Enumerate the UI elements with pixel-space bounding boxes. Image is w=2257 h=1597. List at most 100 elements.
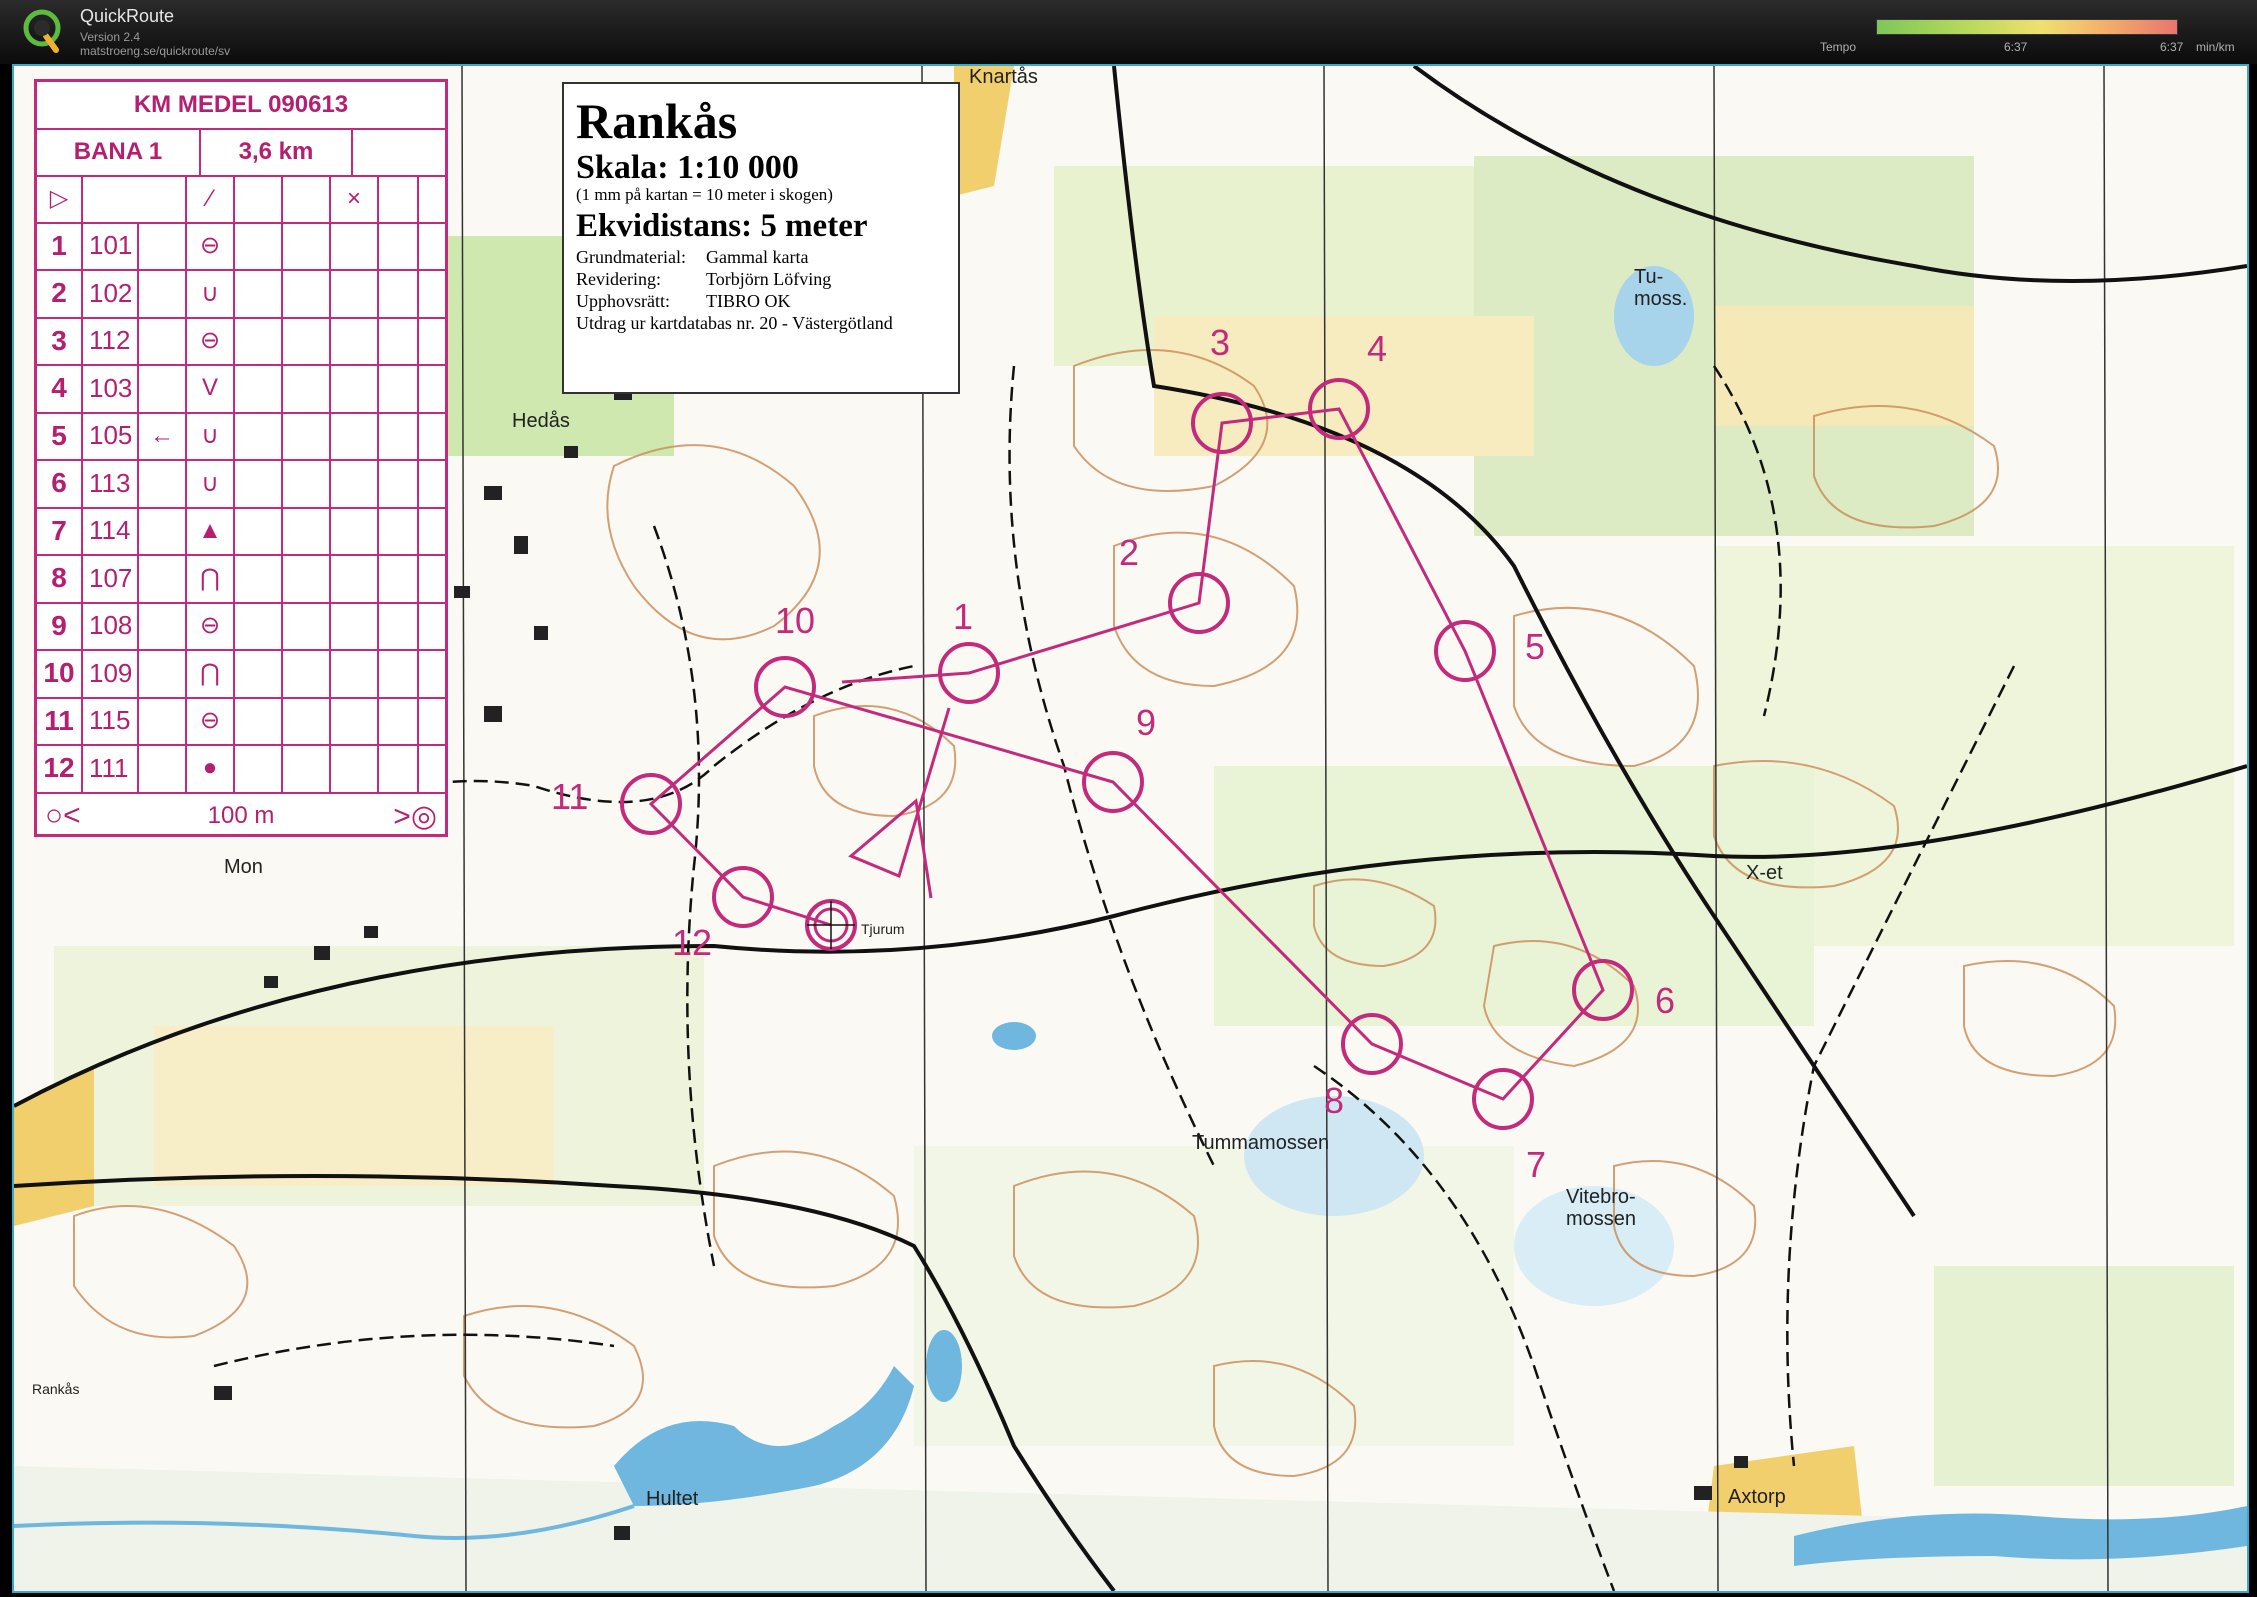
place-tumoss: Tu- moss.: [1634, 266, 1688, 310]
control-number-7: 7: [1526, 1144, 1547, 1185]
legend-empty-cell: [379, 269, 419, 317]
legend-empty-cell: [331, 554, 379, 602]
legend-control-row: 5 105 ← ∪: [37, 412, 445, 461]
control-feature-symbol: V: [187, 364, 235, 412]
control-feature-symbol: ⋂: [187, 649, 235, 697]
control-direction: [139, 649, 187, 697]
app-title: QuickRoute: [80, 6, 175, 26]
legend-empty-cell: [331, 222, 379, 269]
finish-distance: 100 m: [207, 802, 275, 829]
control-code: 108: [83, 602, 139, 649]
legend-empty-cell: [331, 697, 379, 744]
place-mon: Mon: [224, 856, 263, 878]
place-knartas: Knartås: [969, 66, 1038, 88]
control-number: 4: [37, 364, 83, 412]
app-toolbar: QuickRoute Version 2.4 matstroeng.se/qui…: [0, 0, 2257, 64]
app-url[interactable]: matstroeng.se/quickroute/sv: [80, 44, 230, 58]
legend-header-row: ▷ ⁄ ×: [37, 175, 445, 224]
legend-empty-cell: [379, 697, 419, 744]
control-direction: [139, 507, 187, 554]
legend-empty-cell: [283, 697, 331, 744]
control-code: 101: [83, 222, 139, 269]
legend-empty-cell: [331, 507, 379, 554]
meta-value: Gammal karta: [706, 247, 809, 267]
map-scale: Skala: 1:10 000: [576, 149, 799, 186]
place-hedas: Hedås: [512, 410, 570, 432]
legend-empty-cell: [331, 459, 379, 507]
legend-empty-cell: [235, 649, 283, 697]
place-hultet: Hultet: [646, 1488, 699, 1510]
control-number: 10: [37, 649, 83, 697]
legend-empty-cell: [283, 364, 331, 412]
control-number: 7: [37, 507, 83, 554]
legend-course-length: 3,6 km: [201, 128, 353, 175]
control-feature-symbol: ⊖: [187, 697, 235, 744]
control-feature-symbol: ⋂: [187, 554, 235, 602]
control-direction: [139, 697, 187, 744]
legend-empty-cell: [283, 317, 331, 364]
legend-empty-cell: [283, 602, 331, 649]
legend-empty-cell: [283, 507, 331, 554]
legend-empty-cell: [331, 744, 379, 792]
meta-value: TIBRO OK: [706, 291, 791, 311]
control-code: 105: [83, 412, 139, 459]
legend-empty-cell: [235, 554, 283, 602]
tempo-min: 6:37: [2004, 40, 2028, 54]
legend-finish-row: ○< 100 m >◎: [37, 796, 445, 836]
legend-empty-cell: [283, 459, 331, 507]
place-vitebromossen: Vitebro- mossen: [1566, 1186, 1637, 1230]
control-direction: [139, 459, 187, 507]
legend-empty-cell: [379, 175, 419, 222]
control-number: 5: [37, 412, 83, 459]
control-number: 12: [37, 744, 83, 792]
control-number-11: 11: [551, 776, 589, 817]
start-triangle-icon: ▷: [37, 175, 83, 222]
finish-circle-icon: >◎: [393, 799, 437, 833]
control-number: 6: [37, 459, 83, 507]
meta-key: Utdrag ur kartdatabas nr. 20 - Västergöt…: [576, 313, 893, 333]
place-x-et: X-et: [1746, 862, 1783, 884]
legend-control-row: 2 102 ∪: [37, 269, 445, 319]
legend-empty-cell: [235, 412, 283, 459]
control-code: 112: [83, 317, 139, 364]
control-feature-symbol: ∪: [187, 269, 235, 317]
legend-empty-cell: [379, 412, 419, 459]
control-number-12: 12: [672, 922, 713, 963]
legend-control-row: 3 112 ⊖: [37, 317, 445, 366]
orienteering-map[interactable]: 1 2 3 4 5 6 7 8 9 10 11 12 Knartås Hedås…: [12, 64, 2249, 1593]
legend-empty-cell: [283, 175, 331, 222]
legend-control-row: 9 108 ⊖: [37, 602, 445, 651]
tempo-label: Tempo: [1820, 40, 1857, 54]
control-direction: [139, 744, 187, 792]
legend-control-row: 11 115 ⊖: [37, 697, 445, 746]
control-number: 1: [37, 222, 83, 269]
control-feature-symbol: ⊖: [187, 222, 235, 269]
legend-empty-cell: [379, 317, 419, 364]
place-rankas: Rankås: [32, 1381, 80, 1397]
map-equidistance: Ekvidistans: 5 meter: [576, 208, 868, 244]
start-finish-marker: [805, 899, 857, 951]
meta-row: Revidering: Torbjörn Löfving: [576, 268, 946, 290]
meta-key: Revidering:: [576, 269, 661, 289]
legend-empty-cell: [379, 554, 419, 602]
legend-control-row: 7 114 ▲: [37, 507, 445, 556]
legend-empty-cell: [379, 649, 419, 697]
legend-empty-cell: [235, 364, 283, 412]
map-title-box: Rankås Skala: 1:10 000 (1 mm på kartan =…: [562, 82, 960, 394]
legend-event-title: KM MEDEL 090613: [37, 82, 445, 130]
control-code: 102: [83, 269, 139, 317]
legend-empty-cell: [331, 602, 379, 649]
legend-empty-cell: [283, 649, 331, 697]
control-feature-symbol: ●: [187, 744, 235, 792]
meta-row: Grundmaterial: Gammal karta: [576, 246, 946, 268]
legend-empty-cell: [283, 269, 331, 317]
legend-empty-cell: [379, 507, 419, 554]
control-number: 9: [37, 602, 83, 649]
meta-key: Upphovsrätt:: [576, 291, 670, 311]
control-number-10: 10: [775, 600, 816, 641]
control-number-9: 9: [1136, 702, 1157, 743]
legend-control-row: 4 103 V: [37, 364, 445, 414]
cross-icon: ×: [331, 175, 379, 222]
legend-empty-cell: [83, 175, 187, 222]
legend-control-row: 1 101 ⊖: [37, 222, 445, 271]
